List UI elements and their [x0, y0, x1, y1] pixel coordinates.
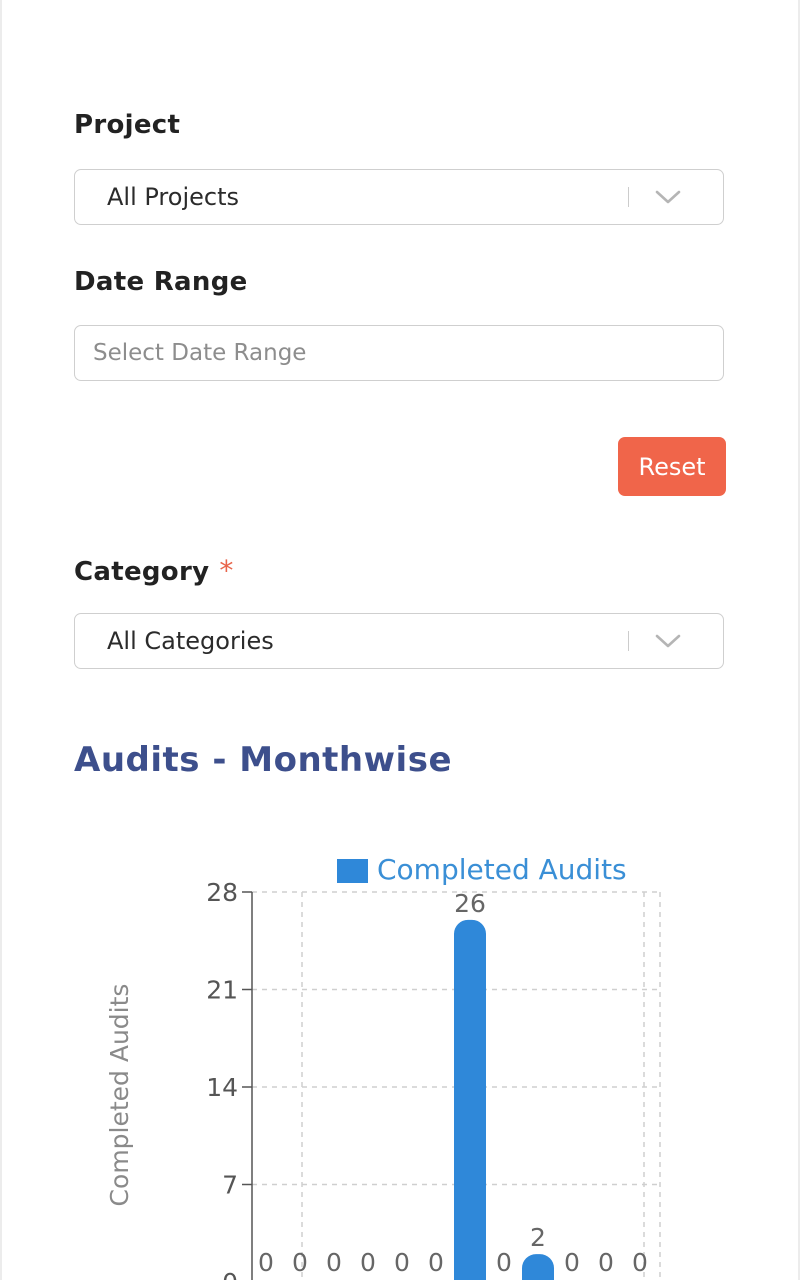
data-label: 0 [632, 1248, 648, 1277]
category-label-text: Category [74, 557, 210, 587]
data-label: 0 [258, 1248, 274, 1277]
category-select-value: All Categories [107, 627, 274, 655]
category-select-separator [627, 631, 629, 651]
legend-label: Completed Audits [377, 853, 627, 886]
y-tick-label: 0 [222, 1268, 238, 1280]
data-label: 2 [530, 1223, 546, 1252]
data-label: 26 [454, 889, 486, 918]
chevron-down-icon[interactable] [655, 186, 681, 208]
data-label: 0 [598, 1248, 614, 1277]
data-label: 0 [292, 1248, 308, 1277]
data-label: 0 [326, 1248, 342, 1277]
project-select[interactable]: All Projects [74, 169, 724, 225]
project-select-value: All Projects [107, 183, 239, 211]
data-label: 0 [360, 1248, 376, 1277]
date-range-input[interactable] [75, 326, 723, 380]
y-tick-label: 21 [206, 976, 238, 1005]
data-label: 0 [496, 1248, 512, 1277]
required-mark: * [219, 554, 234, 587]
data-label: 0 [394, 1248, 410, 1277]
data-label: 0 [564, 1248, 580, 1277]
reset-button[interactable]: Reset [618, 437, 726, 496]
project-select-separator [627, 187, 629, 207]
y-tick-label: 28 [206, 878, 238, 907]
y-tick-label: 14 [206, 1073, 238, 1102]
chevron-down-icon[interactable] [655, 630, 681, 652]
bar [522, 1254, 554, 1280]
audits-monthwise-chart: 07142128Completed Audits0000002602000Com… [105, 853, 661, 1280]
date-range-field[interactable] [74, 325, 724, 381]
section-title: Audits - Monthwise [74, 740, 453, 780]
y-axis-title: Completed Audits [105, 984, 134, 1207]
category-label: Category * [74, 554, 234, 587]
bar [454, 919, 486, 1280]
legend-swatch [337, 859, 368, 883]
y-tick-label: 7 [222, 1171, 238, 1200]
date-range-label: Date Range [74, 267, 248, 297]
category-select[interactable]: All Categories [74, 613, 724, 669]
project-label: Project [74, 110, 181, 140]
data-label: 0 [428, 1248, 444, 1277]
